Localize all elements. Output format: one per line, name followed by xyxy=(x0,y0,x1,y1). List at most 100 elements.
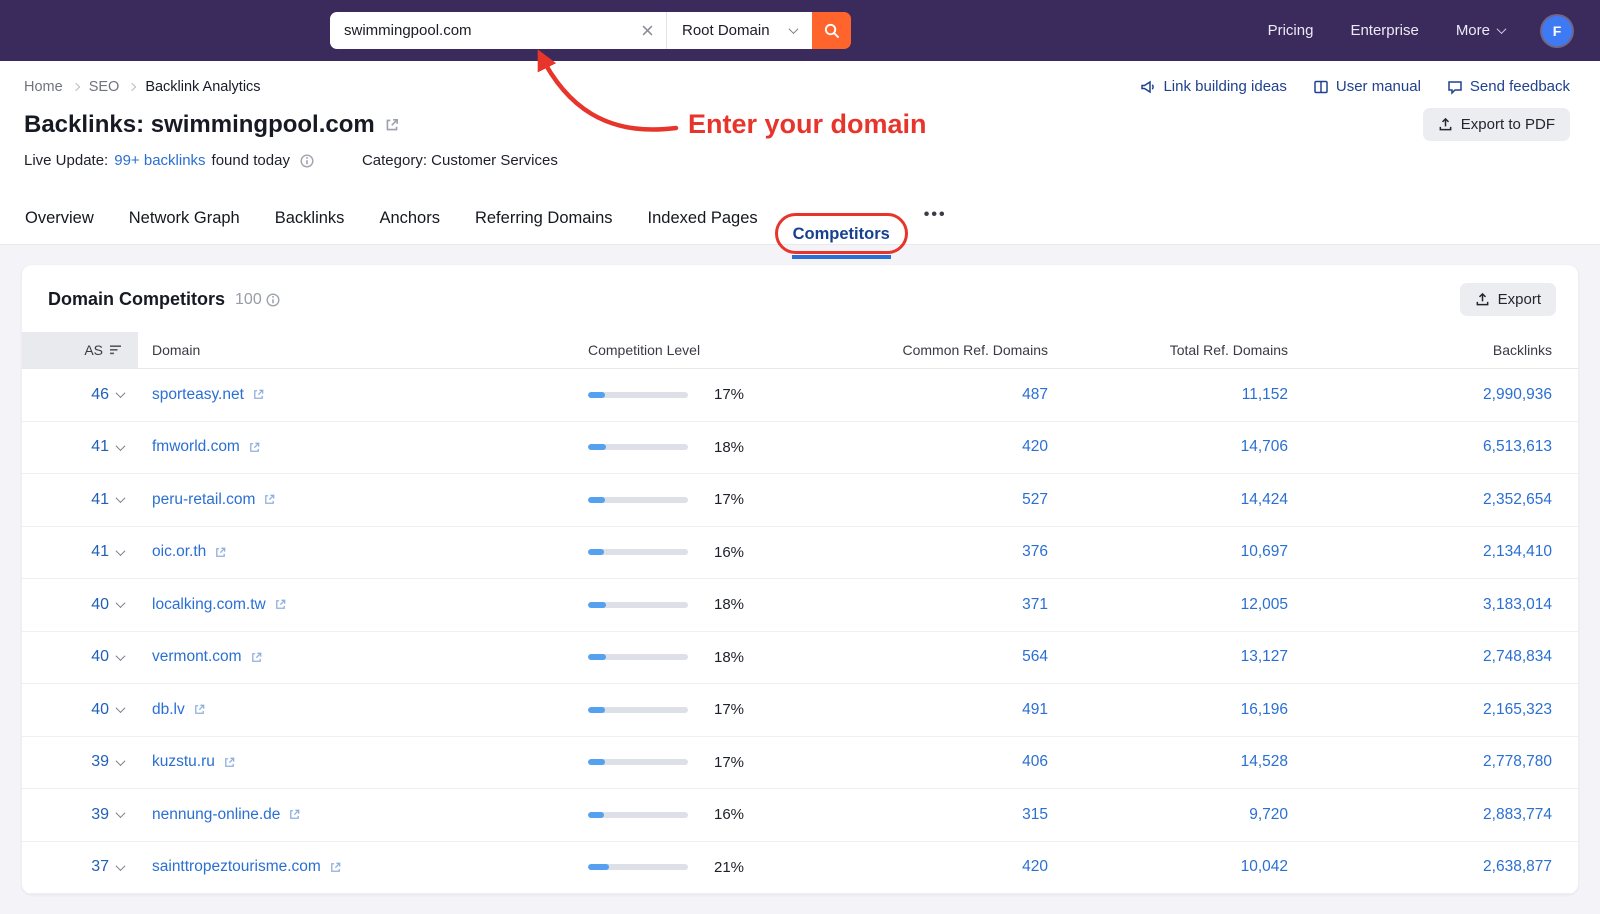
domain-link[interactable]: db.lv xyxy=(152,701,185,719)
total-ref-domains-value[interactable]: 14,706 xyxy=(1241,438,1288,455)
external-link-icon[interactable] xyxy=(288,808,301,821)
backlinks-value[interactable]: 2,748,834 xyxy=(1483,648,1552,665)
as-value[interactable]: 39 xyxy=(91,806,109,824)
chevron-down-icon[interactable] xyxy=(116,651,126,661)
total-ref-domains-value[interactable]: 16,196 xyxy=(1241,701,1288,718)
backlinks-value[interactable]: 2,352,654 xyxy=(1483,491,1552,508)
backlinks-value[interactable]: 2,638,877 xyxy=(1483,858,1552,875)
total-ref-domains-value[interactable]: 12,005 xyxy=(1241,596,1288,613)
export-to-pdf-button[interactable]: Export to PDF xyxy=(1423,108,1570,141)
external-link-icon[interactable] xyxy=(214,546,227,559)
external-link-icon[interactable] xyxy=(250,651,263,664)
chevron-down-icon[interactable] xyxy=(116,703,126,713)
export-button[interactable]: Export xyxy=(1460,283,1556,316)
tab-overview[interactable]: Overview xyxy=(24,196,95,244)
external-link-icon[interactable] xyxy=(384,117,400,133)
external-link-icon[interactable] xyxy=(223,756,236,769)
domain-link[interactable]: peru-retail.com xyxy=(152,491,255,509)
common-ref-domains-value[interactable]: 527 xyxy=(1022,491,1048,508)
as-value[interactable]: 39 xyxy=(91,753,109,771)
breadcrumb-home[interactable]: Home xyxy=(24,79,63,95)
backlinks-value[interactable]: 2,134,410 xyxy=(1483,543,1552,560)
as-value[interactable]: 40 xyxy=(91,596,109,614)
tab-network-graph[interactable]: Network Graph xyxy=(128,196,241,244)
nav-enterprise[interactable]: Enterprise xyxy=(1350,22,1418,39)
as-value[interactable]: 40 xyxy=(91,701,109,719)
table-row: 41 peru-retail.com 17% 527 14,424 xyxy=(22,474,1578,527)
tabs-more-button[interactable]: ••• xyxy=(924,193,947,244)
as-value[interactable]: 41 xyxy=(91,438,109,456)
external-link-icon[interactable] xyxy=(193,703,206,716)
tab-backlinks[interactable]: Backlinks xyxy=(274,196,346,244)
search-mode-select[interactable]: Root Domain xyxy=(666,12,812,49)
total-ref-domains-value[interactable]: 9,720 xyxy=(1249,806,1288,823)
total-ref-domains-value[interactable]: 11,152 xyxy=(1242,386,1288,403)
common-ref-domains-value[interactable]: 315 xyxy=(1022,806,1048,823)
domain-link[interactable]: fmworld.com xyxy=(152,438,240,456)
as-value[interactable]: 37 xyxy=(91,858,109,876)
column-header-common-ref: Common Ref. Domains xyxy=(818,342,1048,358)
chevron-down-icon[interactable] xyxy=(116,598,126,608)
domain-link[interactable]: localking.com.tw xyxy=(152,596,266,614)
as-value[interactable]: 41 xyxy=(91,491,109,509)
common-ref-domains-value[interactable]: 406 xyxy=(1022,753,1048,770)
search-input[interactable] xyxy=(330,22,629,39)
external-link-icon[interactable] xyxy=(329,861,342,874)
backlinks-value[interactable]: 2,883,774 xyxy=(1483,806,1552,823)
domain-link[interactable]: sporteasy.net xyxy=(152,386,244,404)
backlinks-value[interactable]: 2,778,780 xyxy=(1483,753,1552,770)
tab-anchors[interactable]: Anchors xyxy=(378,196,441,244)
avatar[interactable]: F xyxy=(1542,16,1572,46)
backlinks-value[interactable]: 3,183,014 xyxy=(1483,596,1552,613)
external-link-icon[interactable] xyxy=(263,493,276,506)
chevron-down-icon[interactable] xyxy=(116,756,126,766)
common-ref-domains-value[interactable]: 487 xyxy=(1022,386,1048,403)
common-ref-domains-value[interactable]: 420 xyxy=(1022,858,1048,875)
as-value[interactable]: 41 xyxy=(91,543,109,561)
domain-link[interactable]: sainttropeztourisme.com xyxy=(152,858,321,876)
common-ref-domains-value[interactable]: 564 xyxy=(1022,648,1048,665)
total-ref-domains-value[interactable]: 10,697 xyxy=(1241,543,1288,560)
chevron-down-icon[interactable] xyxy=(116,808,126,818)
backlinks-value[interactable]: 2,990,936 xyxy=(1483,386,1552,403)
common-ref-domains-value[interactable]: 371 xyxy=(1022,596,1048,613)
as-value[interactable]: 46 xyxy=(91,386,109,404)
external-link-icon[interactable] xyxy=(248,441,261,454)
total-ref-domains-value[interactable]: 14,528 xyxy=(1241,753,1288,770)
breadcrumb-seo[interactable]: SEO xyxy=(89,79,120,95)
user-manual-link[interactable]: User manual xyxy=(1313,78,1421,95)
domain-link[interactable]: kuzstu.ru xyxy=(152,753,215,771)
chevron-down-icon[interactable] xyxy=(116,546,126,556)
clear-icon[interactable] xyxy=(629,25,666,36)
nav-pricing[interactable]: Pricing xyxy=(1268,22,1314,39)
backlinks-value[interactable]: 2,165,323 xyxy=(1483,701,1552,718)
as-value[interactable]: 40 xyxy=(91,648,109,666)
chevron-down-icon[interactable] xyxy=(116,441,126,451)
external-link-icon[interactable] xyxy=(274,598,287,611)
column-header-as[interactable]: AS xyxy=(22,332,138,368)
total-ref-domains-value[interactable]: 13,127 xyxy=(1241,648,1288,665)
common-ref-domains-value[interactable]: 420 xyxy=(1022,438,1048,455)
link-building-ideas-link[interactable]: Link building ideas xyxy=(1140,78,1286,95)
nav-more[interactable]: More xyxy=(1456,22,1505,39)
total-ref-domains-value[interactable]: 10,042 xyxy=(1241,858,1288,875)
tab-competitors[interactable]: Competitors xyxy=(792,212,891,259)
external-link-icon[interactable] xyxy=(252,388,265,401)
chevron-down-icon[interactable] xyxy=(116,388,126,398)
backlinks-found-link[interactable]: 99+ backlinks xyxy=(114,152,205,169)
common-ref-domains-value[interactable]: 491 xyxy=(1022,701,1048,718)
info-icon[interactable] xyxy=(300,154,314,168)
backlinks-value[interactable]: 6,513,613 xyxy=(1483,438,1552,455)
search-button[interactable] xyxy=(812,12,851,49)
domain-link[interactable]: oic.or.th xyxy=(152,543,206,561)
chevron-down-icon[interactable] xyxy=(116,861,126,871)
tab-referring-domains[interactable]: Referring Domains xyxy=(474,196,614,244)
chevron-down-icon[interactable] xyxy=(116,493,126,503)
domain-link[interactable]: nennung-online.de xyxy=(152,806,280,824)
total-ref-domains-value[interactable]: 14,424 xyxy=(1241,491,1288,508)
common-ref-domains-value[interactable]: 376 xyxy=(1022,543,1048,560)
tab-indexed-pages[interactable]: Indexed Pages xyxy=(647,196,759,244)
info-icon[interactable] xyxy=(266,293,280,307)
send-feedback-link[interactable]: Send feedback xyxy=(1447,78,1570,95)
domain-link[interactable]: vermont.com xyxy=(152,648,242,666)
